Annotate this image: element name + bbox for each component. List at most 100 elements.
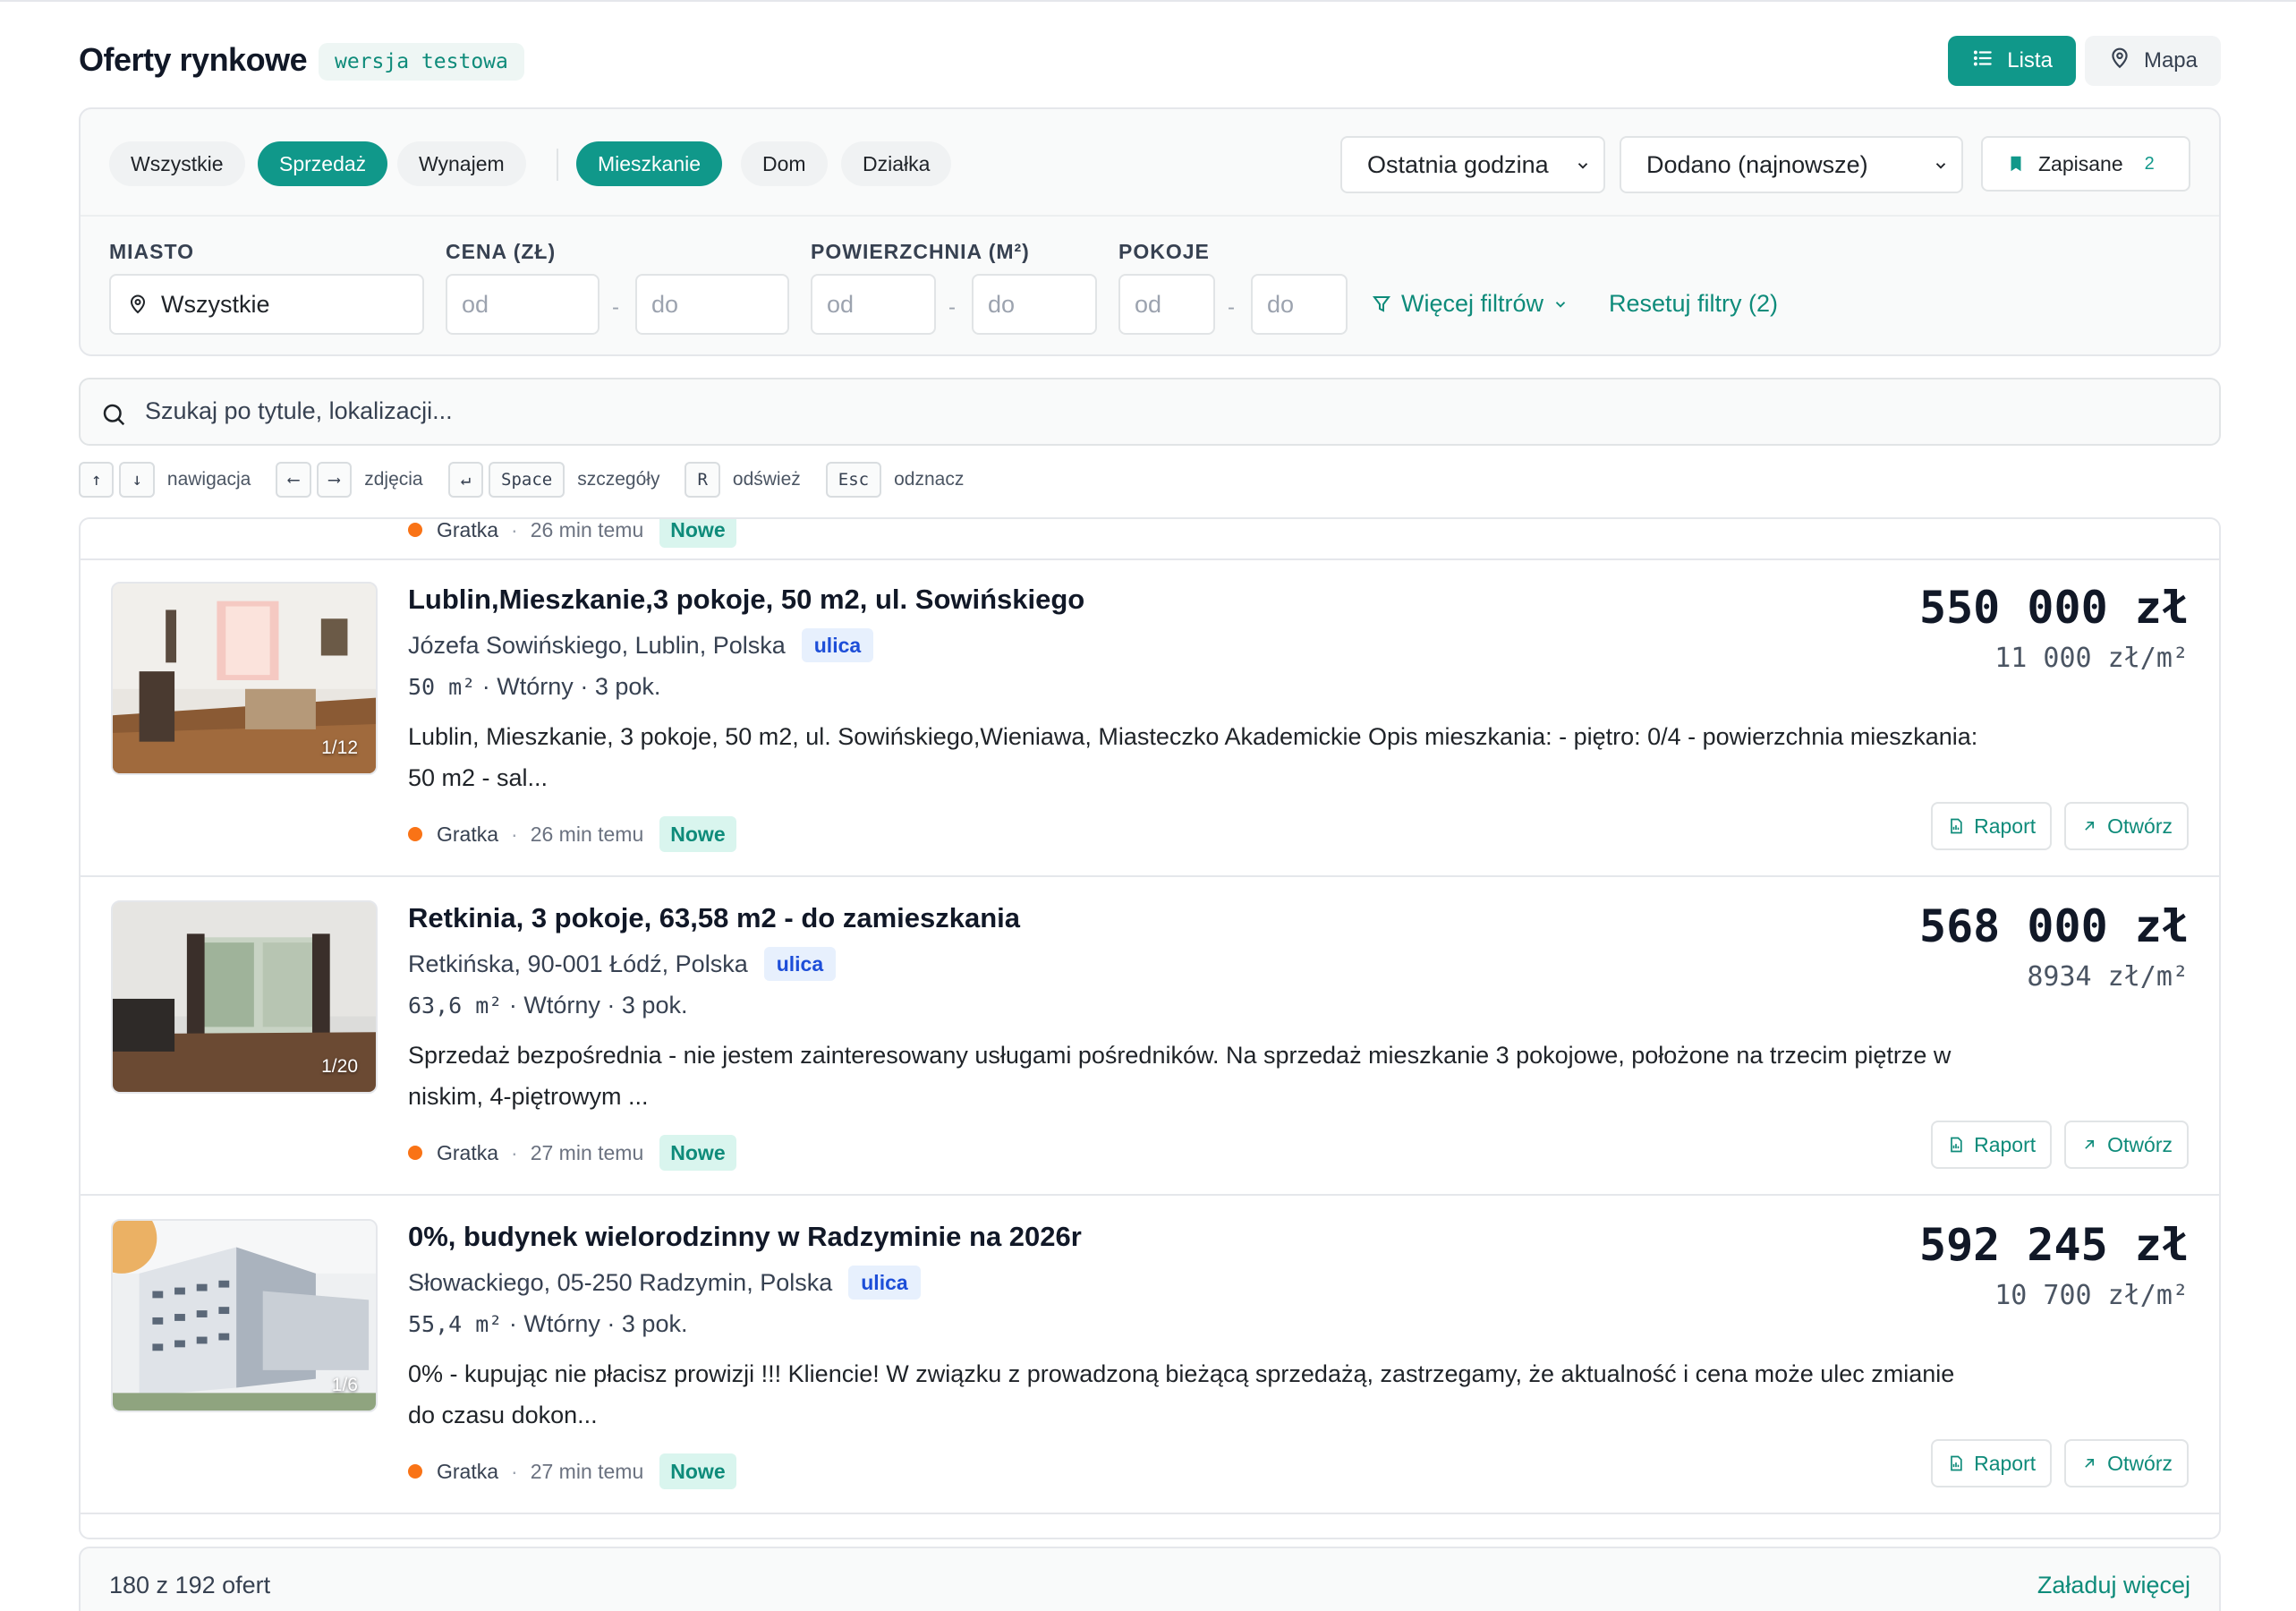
page-title: Oferty rynkowe — [79, 41, 308, 78]
new-badge: Nowe — [659, 816, 736, 852]
time-select[interactable]: Ostatnia godzina — [1340, 136, 1605, 193]
listing-source: Gratka — [437, 822, 499, 846]
pagination-bar: 180 z 192 ofert Załaduj więcej — [79, 1547, 2221, 1611]
rooms-from-input[interactable]: od — [1118, 274, 1215, 335]
property-pill-plot[interactable]: Działka — [841, 141, 952, 186]
more-filters-label: Więcej filtrów — [1401, 290, 1544, 317]
new-badge: Nowe — [659, 1453, 736, 1489]
listing-address: Słowackiego, 05-250 Radzymin, Polska uli… — [408, 1266, 921, 1300]
photo-counter: 1/12 — [321, 737, 358, 758]
sort-select[interactable]: Dodano (najnowsze) — [1620, 136, 1963, 193]
external-link-icon — [2085, 822, 2095, 831]
rooms-to-input[interactable]: do — [1251, 274, 1348, 335]
list-item[interactable]: 1/6 0%, budynek wielorodzinny w Radzymin… — [81, 1198, 2219, 1514]
type-pill-sale[interactable]: Sprzedaż — [258, 141, 388, 186]
listing-footer: Gratka · 26 min temu Nowe — [408, 519, 736, 548]
listing-description: 0% - kupując nie płacisz prowizji !!! Kl… — [408, 1360, 1955, 1428]
listing-title[interactable]: Retkinia, 3 pokoje, 63,58 m2 - do zamies… — [408, 902, 1020, 934]
type-pill-all[interactable]: Wszystkie — [109, 141, 245, 186]
listing-actions: Raport Otwórz — [1931, 1439, 2189, 1487]
listing-title[interactable]: Lublin,Mieszkanie,3 pokoje, 50 m2, ul. S… — [408, 584, 1084, 616]
kbd-space: Space — [489, 462, 565, 498]
area-to-input[interactable]: do — [972, 274, 1097, 335]
list-item[interactable]: 1/12 Lublin,Mieszkanie,3 pokoje, 50 m2, … — [81, 560, 2219, 877]
report-button[interactable]: Raport — [1931, 802, 2053, 850]
price-from-input[interactable]: od — [446, 274, 600, 335]
source-dot — [408, 1146, 422, 1160]
listing-price-per-m2: 11 000 zł/m² — [1994, 643, 2189, 674]
open-label: Otwórz — [2107, 814, 2173, 838]
load-more-button[interactable]: Załaduj więcej — [2037, 1572, 2190, 1599]
listing-rooms: 3 pok. — [594, 673, 661, 700]
listing-address-text: Słowackiego, 05-250 Radzymin, Polska — [408, 1268, 833, 1296]
listing-price: 550 000 zł — [1918, 582, 2189, 634]
listing-footer: Gratka · 27 min temu Nowe — [408, 1453, 736, 1489]
open-label: Otwórz — [2107, 1132, 2173, 1156]
panel-divider — [81, 215, 2219, 217]
kbd-esc: Esc — [825, 462, 882, 498]
open-button[interactable]: Otwórz — [2064, 1121, 2189, 1169]
listing-market: Wtórny — [497, 673, 574, 700]
list-icon — [1971, 47, 1994, 76]
listing-meta: 63,6 m² · Wtórny · 3 pok. — [408, 992, 688, 1019]
listing-title[interactable]: 0%, budynek wielorodzinny w Radzyminie n… — [408, 1221, 1082, 1253]
city-label: MIASTO — [109, 240, 195, 263]
report-button[interactable]: Raport — [1931, 1439, 2053, 1487]
open-button[interactable]: Otwórz — [2064, 1439, 2189, 1487]
listing-source: Gratka — [437, 519, 499, 541]
price-range-dash: - — [612, 295, 619, 320]
map-view-label: Mapa — [2143, 48, 2198, 72]
list-item[interactable]: 1/20 Retkinia, 3 pokoje, 63,58 m2 - do z… — [81, 879, 2219, 1196]
city-select[interactable]: Wszystkie — [109, 274, 424, 335]
property-pill-house[interactable]: Dom — [741, 141, 828, 186]
rooms-range-dash: - — [1228, 295, 1235, 320]
listing-address: Retkińska, 90-001 Łódź, Polska ulica — [408, 947, 837, 981]
open-button[interactable]: Otwórz — [2064, 802, 2189, 850]
saved-label: Zapisane — [2038, 151, 2123, 175]
report-button[interactable]: Raport — [1931, 1121, 2053, 1169]
view-toggle: Lista Mapa — [1948, 36, 2221, 86]
area-label: POWIERZCHNIA (M²) — [811, 240, 1030, 263]
listing-photo[interactable]: 1/12 — [111, 582, 378, 775]
source-dot — [408, 827, 422, 841]
price-label: CENA (ZŁ) — [446, 240, 557, 263]
listing-area: 63,6 m² — [408, 993, 503, 1019]
more-filters-button[interactable]: Więcej filtrów — [1371, 290, 1569, 318]
list-view-button[interactable]: Lista — [1948, 36, 2076, 86]
area-from-input[interactable]: od — [811, 274, 936, 335]
listing-photo[interactable]: 1/20 — [111, 900, 378, 1094]
open-label: Otwórz — [2107, 1451, 2173, 1475]
report-icon — [1951, 1137, 1962, 1153]
photo-counter: 1/20 — [321, 1056, 358, 1077]
report-label: Raport — [1974, 814, 2037, 838]
list-item-partial[interactable]: Gratka · 26 min temu Nowe — [81, 519, 2219, 560]
listing-time: 26 min temu — [530, 822, 644, 846]
listings-container: Gratka · 26 min temu Nowe 1/12 Lublin,Mi… — [79, 517, 2221, 1539]
listing-time: 27 min temu — [530, 1459, 644, 1483]
filter-icon — [1373, 295, 1390, 312]
listing-price-per-m2: 8934 zł/m² — [2027, 961, 2189, 993]
results-count: 180 z 192 ofert — [109, 1572, 271, 1598]
map-view-button[interactable]: Mapa — [2084, 36, 2221, 86]
type-pill-rent[interactable]: Wynajem — [397, 141, 526, 186]
pill-separator — [557, 149, 558, 181]
search-input[interactable]: Szukaj po tytule, lokalizacji... — [79, 378, 2221, 446]
listing-description: Lublin, Mieszkanie, 3 pokoje, 50 m2, ul.… — [408, 723, 1978, 791]
kbd-right: ⟶ — [316, 462, 353, 498]
listing-area: 55,4 m² — [408, 1311, 503, 1337]
reset-filters-button[interactable]: Resetuj filtry (2) — [1609, 290, 1778, 318]
page-header: Oferty rynkowe wersja testowa Lista Mapa — [79, 36, 2221, 90]
report-label: Raport — [1974, 1132, 2037, 1156]
saved-button[interactable]: Zapisane 2 — [1981, 136, 2190, 192]
price-to-input[interactable]: do — [635, 274, 789, 335]
kbd-enter: ↵ — [447, 462, 484, 498]
chevron-down-icon — [1935, 163, 1946, 169]
listing-photo[interactable]: 1/6 — [111, 1219, 378, 1412]
address-precision-tag: ulica — [763, 947, 837, 981]
listing-address-text: Retkińska, 90-001 Łódź, Polska — [408, 950, 748, 977]
property-pill-apartment[interactable]: Mieszkanie — [576, 141, 723, 186]
list-view-label: Lista — [2007, 48, 2053, 72]
listing-time: 26 min temu — [530, 519, 644, 541]
time-select-value: Ostatnia godzina — [1367, 151, 1549, 178]
external-link-icon — [2085, 1459, 2095, 1468]
